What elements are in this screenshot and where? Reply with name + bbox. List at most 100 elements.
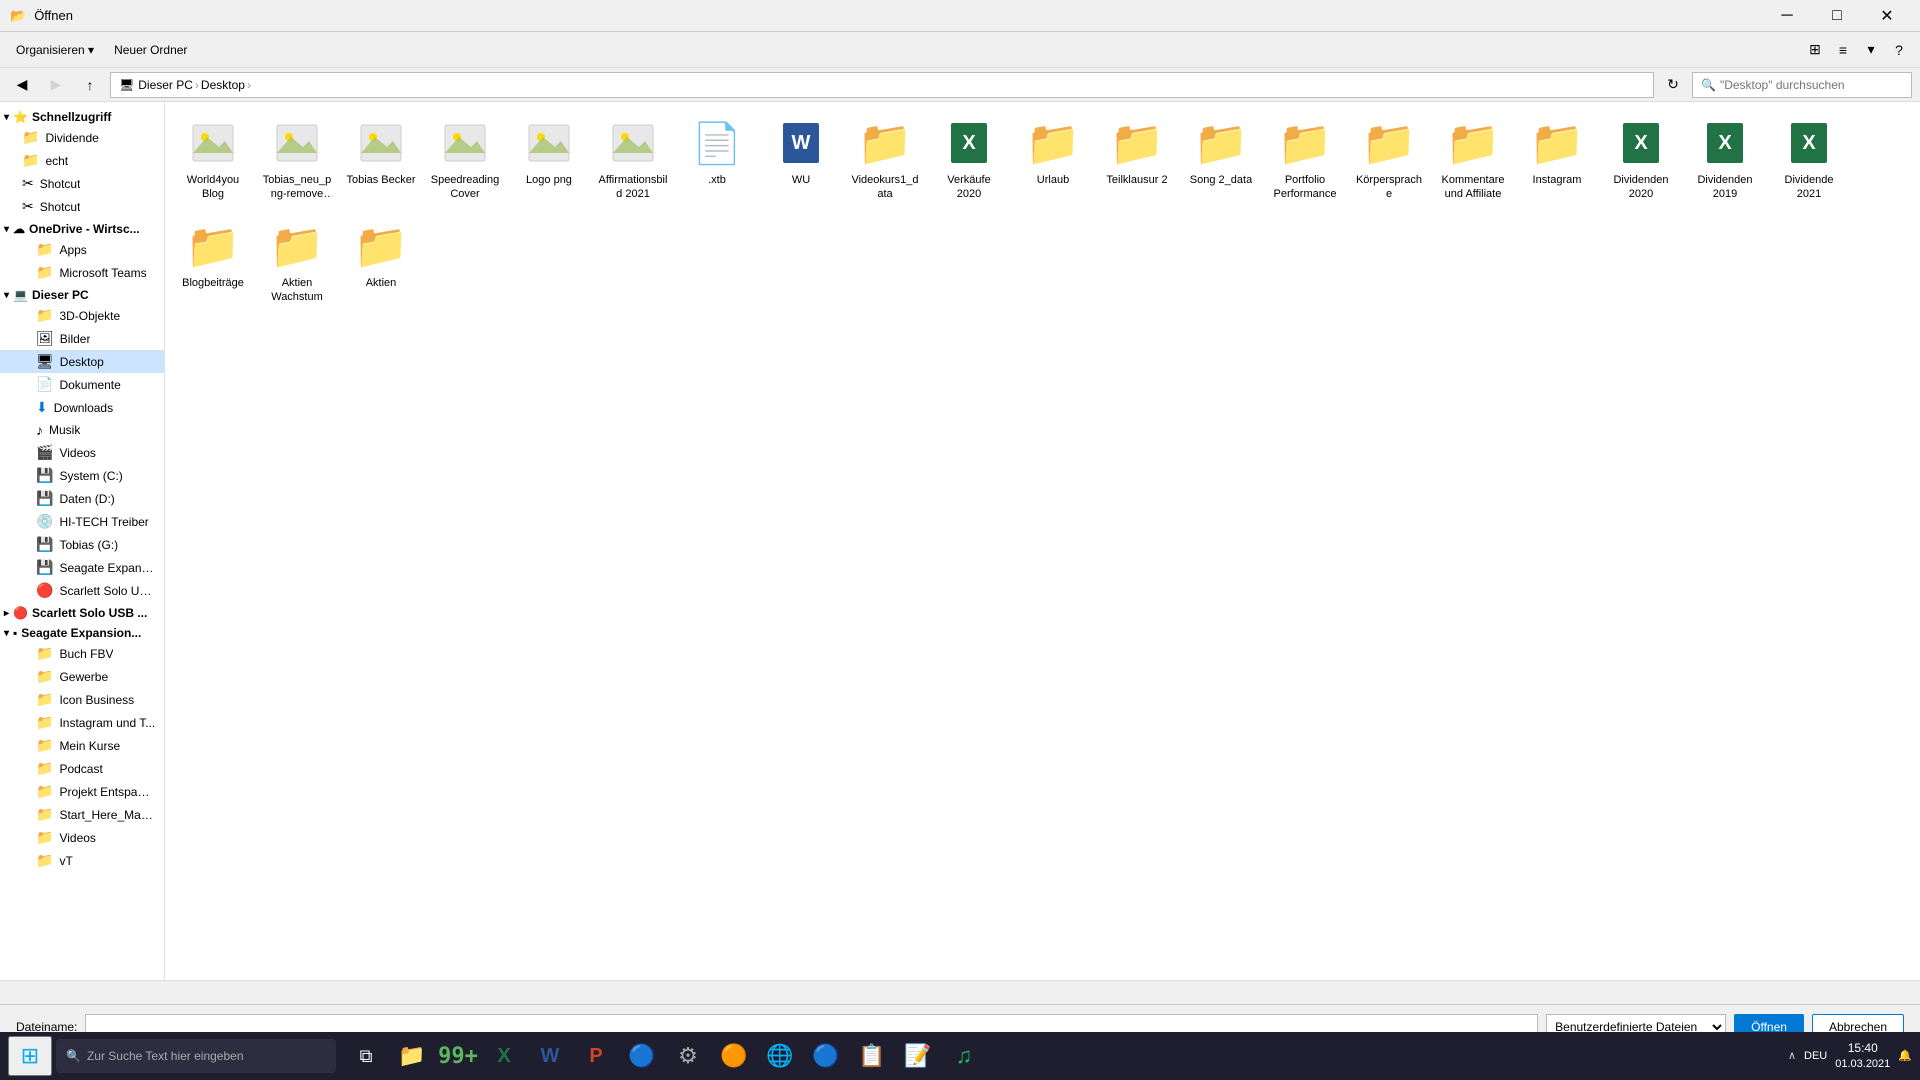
disc-icon: 💿	[36, 513, 53, 530]
file-item[interactable]: Logo png	[509, 110, 589, 209]
search-input[interactable]	[1720, 78, 1903, 92]
taskbar-powerpoint[interactable]: P	[574, 1034, 618, 1078]
taskbar-edge[interactable]: 🔵	[804, 1034, 848, 1078]
sidebar-item-3d[interactable]: 📁 3D-Objekte	[0, 304, 164, 327]
sidebar-item-downloads[interactable]: ⬇ Downloads	[0, 396, 164, 419]
sidebar-item-musik[interactable]: ♪ Musik	[0, 419, 164, 441]
sidebar-item-instagram-t[interactable]: 📁 Instagram und T...	[0, 711, 164, 734]
sidebar-item-icon-business[interactable]: 📁 Icon Business	[0, 688, 164, 711]
sidebar-item-seagate-drive[interactable]: 💾 Seagate Expansi...	[0, 556, 164, 579]
sidebar-item-apps[interactable]: 📁 Apps	[0, 238, 164, 261]
sidebar-item-scarlett[interactable]: 🔴 Scarlett Solo USB...	[0, 579, 164, 602]
file-item[interactable]: X Dividenden 2020	[1601, 110, 1681, 209]
breadcrumb-desktop[interactable]: Desktop	[201, 78, 245, 92]
sidebar-item-shotcut1[interactable]: ✂ Shotcut	[0, 172, 164, 195]
file-item[interactable]: 📁 Aktien	[341, 213, 421, 312]
file-item[interactable]: Speedreading Cover	[425, 110, 505, 209]
help-button[interactable]: ?	[1886, 37, 1912, 63]
sidebar-item-teams[interactable]: 📁 Microsoft Teams	[0, 261, 164, 284]
sidebar-item-start-here[interactable]: 📁 Start_Here_Mac...	[0, 803, 164, 826]
sidebar-item-hitech[interactable]: 💿 HI-TECH Treiber	[0, 510, 164, 533]
breadcrumb-pc[interactable]: Dieser PC	[138, 78, 193, 92]
quick-access-label: Schnellzugriff	[32, 110, 111, 124]
file-item[interactable]: Tobias_neu_png-remove bg-preview	[257, 110, 337, 209]
maximize-button[interactable]: □	[1814, 0, 1860, 32]
taskbar-file-explorer[interactable]: 📁	[390, 1034, 434, 1078]
scarlett-header[interactable]: ▸ 🔴 Scarlett Solo USB ...	[0, 602, 164, 622]
sidebar-item-dokumente[interactable]: 📄 Dokumente	[0, 373, 164, 396]
file-item[interactable]: 📁 Aktien Wachstum	[257, 213, 337, 312]
view-options-button[interactable]: ▾	[1858, 37, 1884, 63]
taskbar-chevron-icon[interactable]: ∧	[1788, 1049, 1796, 1062]
taskbar-app-blue[interactable]: 🔵	[620, 1034, 664, 1078]
sidebar-item-videos-seagate[interactable]: 📁 Videos	[0, 826, 164, 849]
seagate-header[interactable]: ▾ ▪ Seagate Expansion...	[0, 622, 164, 642]
taskbar-app-notes[interactable]: 📝	[896, 1034, 940, 1078]
new-folder-button[interactable]: Neuer Ordner	[106, 36, 195, 64]
refresh-button[interactable]: ↻	[1660, 72, 1686, 98]
taskbar-word[interactable]: W	[528, 1034, 572, 1078]
taskbar-chrome[interactable]: 🌐	[758, 1034, 802, 1078]
file-item[interactable]: W WU	[761, 110, 841, 209]
taskbar-search[interactable]: 🔍 Zur Suche Text hier eingeben	[56, 1039, 336, 1073]
search-box[interactable]: 🔍	[1692, 72, 1912, 98]
file-item[interactable]: 📁 Kommentare und Affiliate	[1433, 110, 1513, 209]
sidebar-item-systemc[interactable]: 💾 System (C:)	[0, 464, 164, 487]
shotcut2-icon: ✂	[22, 198, 34, 215]
file-name: Aktien Wachstum	[262, 276, 332, 305]
sidebar-item-echt[interactable]: 📁 echt	[0, 149, 164, 172]
file-item[interactable]: 📁 Blogbeiträge	[173, 213, 253, 312]
quick-access-header[interactable]: ▾ ⭐ Schnellzugriff	[0, 106, 164, 126]
sidebar-item-vt[interactable]: 📁 vT	[0, 849, 164, 872]
sidebar-item-dividende[interactable]: 📁 Dividende	[0, 126, 164, 149]
taskbar-spotify[interactable]: ♫	[942, 1034, 986, 1078]
file-item[interactable]: 📁 Teilklausur 2	[1097, 110, 1177, 209]
file-item[interactable]: Tobias Becker	[341, 110, 421, 209]
sidebar-item-start-here-label: Start_Here_Mac...	[59, 808, 156, 822]
file-item[interactable]: 📄 .xtb	[677, 110, 757, 209]
taskbar-notification-icon[interactable]: 🔔	[1898, 1049, 1912, 1062]
view-large-icons-button[interactable]: ⊞	[1802, 37, 1828, 63]
sidebar-item-videos[interactable]: 🎬 Videos	[0, 441, 164, 464]
taskbar-app-green[interactable]: 99+	[436, 1034, 480, 1078]
file-item[interactable]: X Dividenden 2019	[1685, 110, 1765, 209]
file-item[interactable]: 📁 Urlaub	[1013, 110, 1093, 209]
view-details-button[interactable]: ≡	[1830, 37, 1856, 63]
file-item[interactable]: X Verkäufe 2020	[929, 110, 1009, 209]
sidebar-item-gewerbe[interactable]: 📁 Gewerbe	[0, 665, 164, 688]
file-item[interactable]: X Dividende 2021	[1769, 110, 1849, 209]
forward-button[interactable]: ▶	[42, 71, 70, 99]
sidebar-item-desktop[interactable]: 🖥 Desktop	[0, 350, 164, 373]
sidebar-item-bilder[interactable]: 🖼 Bilder	[0, 327, 164, 350]
sidebar-item-mein-kurse[interactable]: 📁 Mein Kurse	[0, 734, 164, 757]
file-item[interactable]: 📁 Instagram	[1517, 110, 1597, 209]
taskbar-excel[interactable]: X	[482, 1034, 526, 1078]
organize-button[interactable]: Organisieren ▾	[8, 36, 102, 64]
start-button[interactable]: ⊞	[8, 1036, 52, 1076]
sidebar-item-projekt[interactable]: 📁 Projekt Entspann...	[0, 780, 164, 803]
file-item[interactable]: Affirmationsbild 2021	[593, 110, 673, 209]
address-box[interactable]: 🖥 Dieser PC › Desktop ›	[110, 72, 1654, 98]
sidebar-item-datend[interactable]: 💾 Daten (D:)	[0, 487, 164, 510]
dieser-pc-header[interactable]: ▾ 💻 Dieser PC	[0, 284, 164, 304]
taskbar-settings[interactable]: ⚙	[666, 1034, 710, 1078]
file-item[interactable]: 📁 Portfolio Performance	[1265, 110, 1345, 209]
minimize-button[interactable]: ─	[1764, 0, 1810, 32]
taskbar-app-clipboard[interactable]: 📋	[850, 1034, 894, 1078]
file-item[interactable]: World4you Blog	[173, 110, 253, 209]
taskbar-app-orange[interactable]: 🟠	[712, 1034, 756, 1078]
back-button[interactable]: ◀	[8, 71, 36, 99]
file-item[interactable]: 📁 Videokurs1_data	[845, 110, 925, 209]
file-item[interactable]: 📁 Körpersprache	[1349, 110, 1429, 209]
sidebar-item-podcast[interactable]: 📁 Podcast	[0, 757, 164, 780]
sidebar-item-seagate-drive-label: Seagate Expansi...	[59, 561, 156, 575]
sidebar-item-shotcut2[interactable]: ✂ Shotcut	[0, 195, 164, 218]
file-item[interactable]: 📁 Song 2_data	[1181, 110, 1261, 209]
sidebar-item-tobias-g[interactable]: 💾 Tobias (G:)	[0, 533, 164, 556]
taskbar-task-view[interactable]: ⧉	[344, 1034, 388, 1078]
onedrive-header[interactable]: ▾ ☁ OneDrive - Wirtsc...	[0, 218, 164, 238]
close-button[interactable]: ✕	[1864, 0, 1910, 32]
up-button[interactable]: ↑	[76, 71, 104, 99]
sidebar-item-buchfbv[interactable]: 📁 Buch FBV	[0, 642, 164, 665]
folder-icon: 📁	[22, 152, 39, 169]
